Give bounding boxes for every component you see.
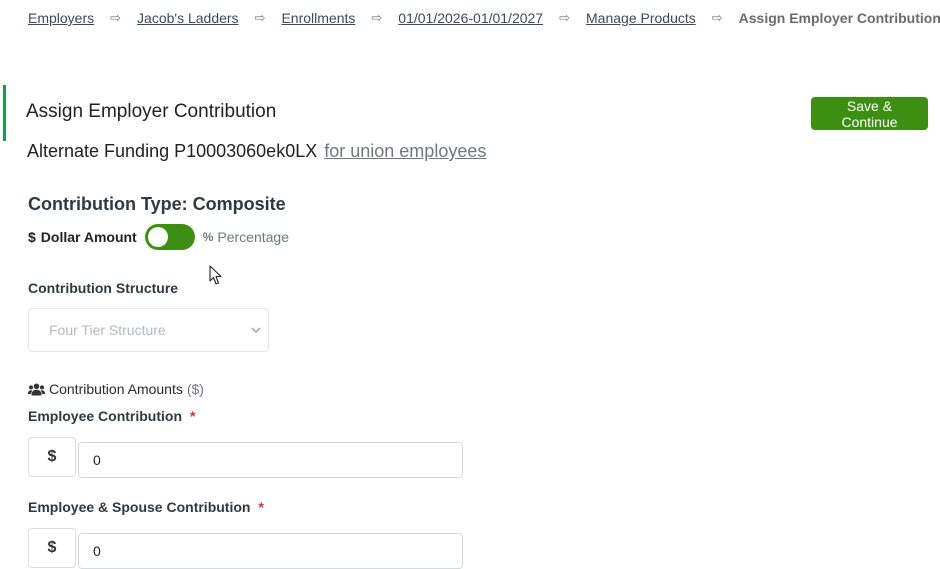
dollar-amount-label: Dollar Amount	[40, 229, 137, 245]
funding-name: Alternate Funding P10003060ek0LX	[27, 141, 318, 161]
dollar-icon: $	[28, 229, 36, 245]
users-icon	[28, 383, 45, 396]
contribution-structure-select[interactable]: Four Tier Structure	[28, 308, 269, 352]
contribution-mode-toggle-row: $ Dollar Amount % Percentage	[28, 224, 289, 250]
required-asterisk: *	[190, 408, 196, 424]
breadcrumb-enrollments[interactable]: Enrollments	[281, 10, 355, 26]
employee-spouse-contribution-input[interactable]	[78, 533, 463, 569]
breadcrumb-employers[interactable]: Employers	[28, 10, 94, 26]
employee-contribution-label-text: Employee Contribution	[28, 408, 182, 424]
dollar-percent-toggle[interactable]	[144, 224, 195, 250]
chevron-down-icon	[251, 327, 261, 334]
contribution-structure-value: Four Tier Structure	[49, 322, 166, 338]
required-asterisk: *	[258, 499, 264, 515]
section-accent-bar	[3, 85, 6, 141]
breadcrumb-current: Assign Employer Contribution	[738, 10, 940, 26]
breadcrumb: Employers ⇨ Jacob's Ladders ⇨ Enrollment…	[28, 9, 940, 27]
contribution-amounts-unit: ($)	[186, 381, 204, 397]
dollar-addon: $	[28, 437, 76, 477]
breadcrumb-employer[interactable]: Jacob's Ladders	[137, 10, 239, 26]
toggle-knob	[147, 227, 168, 247]
percent-icon: %	[202, 230, 214, 244]
employee-contribution-input[interactable]	[78, 442, 463, 478]
breadcrumb-plan-period[interactable]: 01/01/2026-01/01/2027	[398, 10, 543, 26]
contribution-amounts-label: Contribution Amounts	[49, 381, 183, 397]
breadcrumb-arrow-icon: ⇨	[711, 10, 723, 25]
employee-spouse-contribution-label: Employee & Spouse Contribution *	[28, 499, 264, 515]
save-continue-button[interactable]: Save & Continue	[811, 97, 928, 130]
mouse-pointer-icon	[209, 265, 222, 285]
breadcrumb-arrow-icon: ⇨	[371, 10, 383, 25]
employee-spouse-contribution-label-text: Employee & Spouse Contribution	[28, 499, 251, 515]
contribution-type-heading: Contribution Type: Composite	[28, 194, 286, 214]
percentage-label: Percentage	[217, 229, 289, 245]
breadcrumb-arrow-icon: ⇨	[254, 10, 266, 25]
funding-union-link[interactable]: for union employees	[324, 141, 486, 161]
breadcrumb-manage-products[interactable]: Manage Products	[586, 10, 696, 26]
dollar-addon: $	[28, 528, 76, 568]
contribution-amounts-heading: Contribution Amounts ($)	[28, 381, 204, 397]
page-title: Assign Employer Contribution	[26, 101, 277, 122]
breadcrumb-arrow-icon: ⇨	[559, 10, 571, 25]
funding-title: Alternate Funding P10003060ek0LX for uni…	[27, 141, 486, 162]
employee-contribution-label: Employee Contribution *	[28, 408, 195, 424]
contribution-structure-label: Contribution Structure	[28, 280, 179, 296]
breadcrumb-arrow-icon: ⇨	[110, 10, 122, 25]
